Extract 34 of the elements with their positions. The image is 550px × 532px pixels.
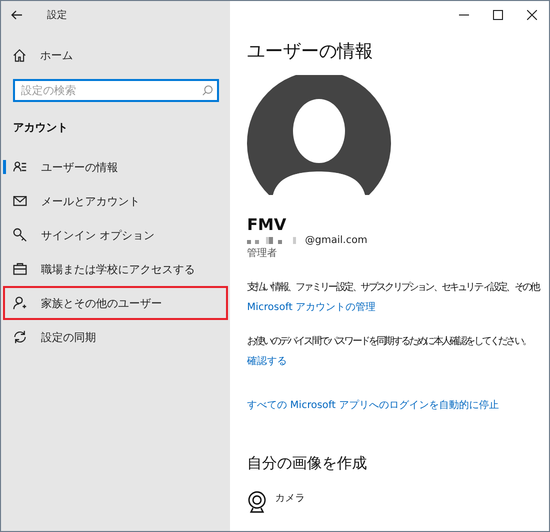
back-icon[interactable] [11, 10, 23, 20]
link[interactable]: 確認する [247, 354, 287, 368]
nav-item[interactable]: 設定の同期 [3, 320, 228, 354]
camera-option[interactable]: カメラ [247, 491, 549, 513]
link[interactable]: Microsoft アカウントの管理 [247, 300, 376, 314]
description-text: 支払い情報、ファミリー設定、サブスクリプション、セキュリティ設定、その他 [247, 280, 540, 294]
nav-item[interactable]: ユーザーの情報 [3, 150, 228, 184]
user-role: 管理者 [247, 246, 278, 260]
maximize-icon [493, 10, 503, 20]
user-name: FMV [247, 215, 288, 234]
nav-item[interactable]: サインイン オプション [3, 218, 228, 252]
home-link[interactable]: ホーム [1, 29, 230, 69]
section-heading: アカウント [12, 120, 69, 136]
webcam-icon [247, 491, 267, 513]
home-icon [13, 48, 26, 62]
window-title: 設定 [47, 8, 67, 22]
avatar-icon [247, 75, 391, 195]
nav-item[interactable]: 家族とその他のユーザー [3, 286, 228, 320]
link[interactable]: すべての Microsoft アプリへのログインを自動的に停止 [247, 398, 499, 412]
briefcase-icon [13, 262, 27, 276]
key-icon [13, 228, 27, 242]
mail-icon [13, 194, 27, 208]
user-list-icon [13, 160, 27, 174]
search-icon [202, 85, 213, 96]
user-email: @gmail.com [305, 235, 368, 246]
nav-item[interactable]: メールとアカウント [3, 184, 228, 218]
user-add-icon [13, 296, 27, 310]
search-field[interactable]: 設定の検索 [13, 79, 219, 102]
section-heading: 自分の画像を作成 [247, 454, 368, 473]
sync-icon [13, 330, 27, 344]
nav-item[interactable]: 職場または学校にアクセスする [3, 252, 228, 286]
close-icon [527, 10, 537, 20]
page-title: ユーザーの情報 [247, 40, 374, 63]
description-text: お使いのデバイス間でパスワードを同期するために本人確認をしてください。 [247, 334, 532, 348]
